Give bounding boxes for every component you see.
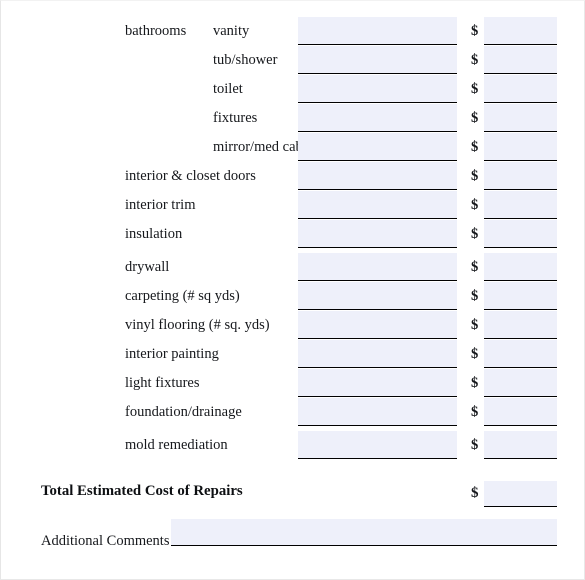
line-item-description-input[interactable] <box>298 282 457 310</box>
line-item-label: mold remediation <box>125 437 228 453</box>
currency-symbol: $ <box>471 139 479 155</box>
line-item-row: mold remediation $ <box>1 431 585 460</box>
currency-symbol: $ <box>471 226 479 242</box>
line-item-row: carpeting (# sq yds) $ <box>1 282 585 311</box>
line-item-description-input[interactable] <box>298 191 457 219</box>
line-item-description-input[interactable] <box>298 17 457 45</box>
line-item-description-input[interactable] <box>298 253 457 281</box>
line-item-row: insulation $ <box>1 220 585 249</box>
line-item-row: drywall $ <box>1 253 585 282</box>
currency-symbol: $ <box>471 375 479 391</box>
additional-comments-input[interactable] <box>171 519 557 546</box>
total-label: Total Estimated Cost of Repairs <box>41 483 243 499</box>
line-item-label: mirror/med cab <box>213 139 303 155</box>
line-item-description-input[interactable] <box>298 311 457 339</box>
total-currency-symbol: $ <box>471 485 479 501</box>
currency-symbol: $ <box>471 52 479 68</box>
currency-symbol: $ <box>471 346 479 362</box>
line-item-amount-input[interactable] <box>484 369 557 397</box>
repair-estimate-form: bathrooms vanity $ tub/shower $ toilet $ fixtu… <box>0 0 585 580</box>
total-amount-input[interactable] <box>484 481 557 507</box>
line-item-amount-input[interactable] <box>484 191 557 219</box>
line-item-label: vinyl flooring (# sq. yds) <box>125 317 270 333</box>
line-item-label: vanity <box>213 23 250 39</box>
line-item-label: interior & closet doors <box>125 168 256 184</box>
line-item-row: light fixtures $ <box>1 369 585 398</box>
line-item-label: carpeting (# sq yds) <box>125 288 240 304</box>
line-item-amount-input[interactable] <box>484 253 557 281</box>
currency-symbol: $ <box>471 81 479 97</box>
line-item-label: insulation <box>125 226 183 242</box>
line-item-label: tub/shower <box>213 52 278 68</box>
line-item-row: interior painting $ <box>1 340 585 369</box>
line-item-row: tub/shower $ <box>1 46 585 75</box>
line-item-description-input[interactable] <box>298 104 457 132</box>
line-item-label: fixtures <box>213 110 258 126</box>
line-item-label: interior painting <box>125 346 219 362</box>
line-item-label: toilet <box>213 81 243 97</box>
line-item-description-input[interactable] <box>298 398 457 426</box>
currency-symbol: $ <box>471 437 479 453</box>
line-item-row: fixtures $ <box>1 104 585 133</box>
line-item-amount-input[interactable] <box>484 162 557 190</box>
currency-symbol: $ <box>471 288 479 304</box>
line-item-description-input[interactable] <box>298 220 457 248</box>
line-item-amount-input[interactable] <box>484 282 557 310</box>
currency-symbol: $ <box>471 110 479 126</box>
line-item-description-input[interactable] <box>298 162 457 190</box>
line-item-row: interior & closet doors $ <box>1 162 585 191</box>
line-item-row: vanity $ <box>1 17 585 46</box>
line-item-label: foundation/drainage <box>125 404 242 420</box>
line-item-row: toilet $ <box>1 75 585 104</box>
currency-symbol: $ <box>471 259 479 275</box>
currency-symbol: $ <box>471 197 479 213</box>
line-item-description-input[interactable] <box>298 75 457 103</box>
line-item-amount-input[interactable] <box>484 133 557 161</box>
line-item-amount-input[interactable] <box>484 431 557 459</box>
line-item-label: interior trim <box>125 197 196 213</box>
line-item-row: foundation/drainage $ <box>1 398 585 427</box>
line-item-description-input[interactable] <box>298 133 457 161</box>
line-item-description-input[interactable] <box>298 369 457 397</box>
line-item-description-input[interactable] <box>298 340 457 368</box>
line-item-amount-input[interactable] <box>484 311 557 339</box>
currency-symbol: $ <box>471 23 479 39</box>
line-item-amount-input[interactable] <box>484 46 557 74</box>
line-item-amount-input[interactable] <box>484 104 557 132</box>
currency-symbol: $ <box>471 168 479 184</box>
line-item-row: vinyl flooring (# sq. yds) $ <box>1 311 585 340</box>
line-item-row: interior trim $ <box>1 191 585 220</box>
line-item-amount-input[interactable] <box>484 340 557 368</box>
line-item-amount-input[interactable] <box>484 17 557 45</box>
line-item-amount-input[interactable] <box>484 398 557 426</box>
line-item-row: mirror/med cab $ <box>1 133 585 162</box>
currency-symbol: $ <box>471 317 479 333</box>
line-item-amount-input[interactable] <box>484 220 557 248</box>
line-item-label: drywall <box>125 259 170 275</box>
currency-symbol: $ <box>471 404 479 420</box>
additional-comments-label: Additional Comments <box>41 533 170 549</box>
line-item-amount-input[interactable] <box>484 75 557 103</box>
line-item-description-input[interactable] <box>298 431 457 459</box>
line-item-description-input[interactable] <box>298 46 457 74</box>
line-item-label: light fixtures <box>125 375 200 391</box>
